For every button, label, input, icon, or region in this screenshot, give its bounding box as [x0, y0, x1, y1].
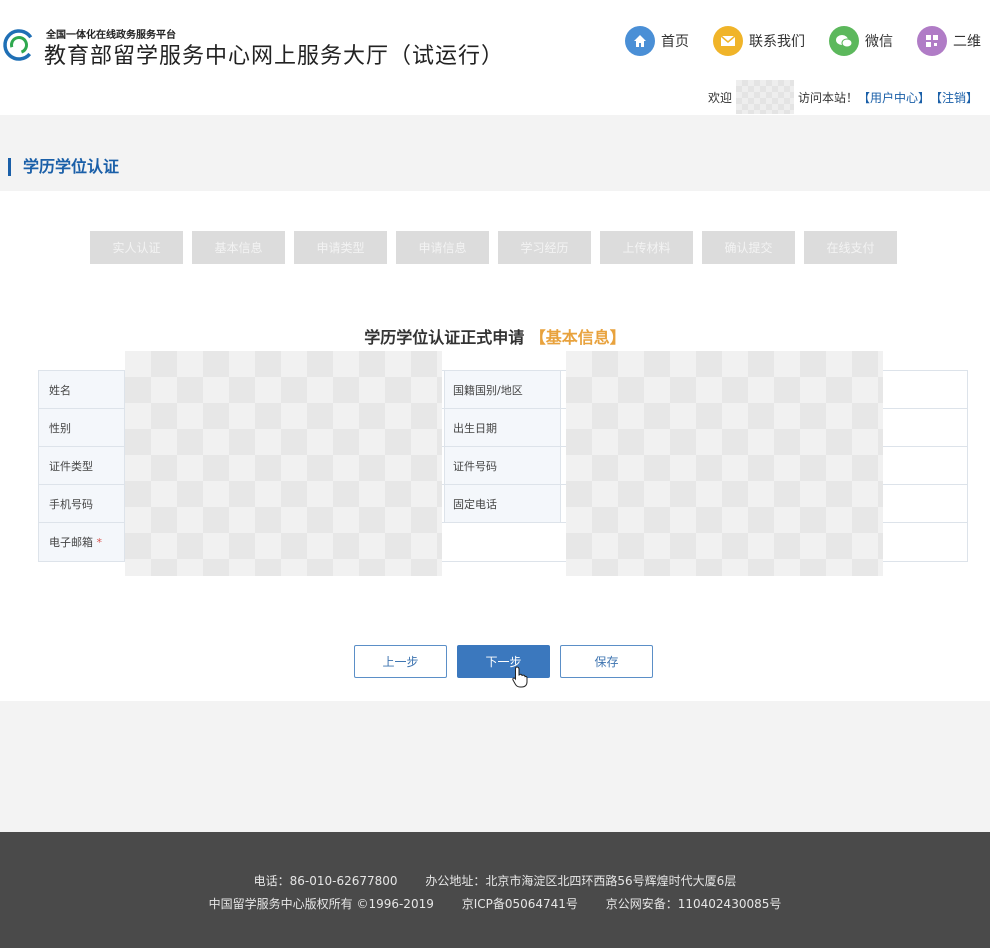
nationality-label: 国籍国别/地区	[445, 371, 561, 408]
id-type-label: 证件类型	[39, 447, 125, 484]
welcome-bar: 欢迎 访问本站！ 【用户中心】 【注销】	[708, 80, 978, 114]
step-tabs: 实人认证 基本信息 申请类型 申请信息 学习经历 上传材料 确认提交 在线支付	[90, 231, 906, 264]
nav-wechat[interactable]: 微信	[829, 26, 893, 56]
wechat-icon	[829, 26, 859, 56]
home-icon	[625, 26, 655, 56]
form-actions: 上一步 下一步 保存	[354, 645, 663, 678]
nav-qrcode[interactable]: 二维	[917, 26, 981, 56]
nav-home[interactable]: 首页	[625, 26, 689, 56]
site-footer: 电话：86-010-62677800 办公地址：北京市海淀区北四环西路56号辉煌…	[0, 832, 990, 948]
footer-address: 办公地址：北京市海淀区北四环西路56号辉煌时代大厦6层	[425, 874, 736, 888]
privacy-mask-right	[566, 351, 883, 576]
next-button[interactable]: 下一步	[457, 645, 550, 678]
footer-legal-line: 中国留学服务中心版权所有 ©1996-2019 京ICP备05064741号 京…	[0, 895, 990, 912]
site-header: 全国一体化在线政务服务平台 教育部留学服务中心网上服务大厅（试运行） 首页 联系…	[0, 0, 990, 115]
mobile-label: 手机号码	[39, 485, 125, 522]
footer-phone: 电话：86-010-62677800	[254, 874, 398, 888]
footer-police[interactable]: 京公网安备：110402430085号	[606, 897, 782, 911]
email-label: 电子邮箱 *	[39, 523, 125, 561]
top-nav: 首页 联系我们 微信 二维	[625, 26, 990, 56]
step-pay[interactable]: 在线支付	[804, 231, 897, 264]
gender-label: 性别	[39, 409, 125, 446]
welcome-prefix: 欢迎	[708, 89, 732, 106]
nav-qrcode-label: 二维	[953, 31, 981, 51]
birthdate-label: 出生日期	[445, 409, 561, 446]
step-apply-info[interactable]: 申请信息	[396, 231, 489, 264]
username-masked	[736, 80, 794, 114]
user-center-link[interactable]: 【用户中心】	[858, 89, 930, 106]
section-band: 学历学位认证	[0, 115, 990, 191]
step-study[interactable]: 学习经历	[498, 231, 591, 264]
main-content: 实人认证 基本信息 申请类型 申请信息 学习经历 上传材料 确认提交 在线支付 …	[0, 191, 990, 701]
required-mark: *	[97, 536, 103, 549]
lower-band	[0, 701, 990, 832]
email-label-text: 电子邮箱	[49, 534, 93, 550]
nav-contact-label: 联系我们	[749, 31, 805, 51]
mail-icon	[713, 26, 743, 56]
form-title-text: 学历学位认证正式申请	[364, 328, 524, 347]
landline-label: 固定电话	[445, 485, 561, 522]
step-apply-type[interactable]: 申请类型	[294, 231, 387, 264]
site-title[interactable]: 教育部留学服务中心网上服务大厅（试运行）	[44, 38, 504, 70]
nav-wechat-label: 微信	[865, 31, 893, 51]
id-number-label: 证件号码	[445, 447, 561, 484]
step-confirm[interactable]: 确认提交	[702, 231, 795, 264]
site-logo-icon[interactable]	[2, 28, 36, 62]
welcome-suffix: 访问本站！	[798, 89, 858, 106]
form-title-highlight: 【基本信息】	[530, 328, 626, 347]
footer-copyright: 中国留学服务中心版权所有 ©1996-2019	[209, 897, 434, 911]
prev-button[interactable]: 上一步	[354, 645, 447, 678]
step-basic-info[interactable]: 基本信息	[192, 231, 285, 264]
logout-link[interactable]: 【注销】	[930, 89, 978, 106]
qrcode-icon	[917, 26, 947, 56]
footer-icp[interactable]: 京ICP备05064741号	[462, 897, 578, 911]
name-label: 姓名	[39, 371, 125, 408]
footer-contact-line: 电话：86-010-62677800 办公地址：北京市海淀区北四环西路56号辉煌…	[0, 872, 990, 889]
hand-cursor-icon	[512, 666, 528, 688]
nav-home-label: 首页	[661, 31, 689, 51]
section-title: 学历学位认证	[8, 158, 119, 176]
privacy-mask-left	[125, 351, 442, 576]
step-realname[interactable]: 实人认证	[90, 231, 183, 264]
form-title: 学历学位认证正式申请 【基本信息】	[0, 324, 990, 348]
step-upload[interactable]: 上传材料	[600, 231, 693, 264]
nav-contact[interactable]: 联系我们	[713, 26, 805, 56]
save-button[interactable]: 保存	[560, 645, 653, 678]
